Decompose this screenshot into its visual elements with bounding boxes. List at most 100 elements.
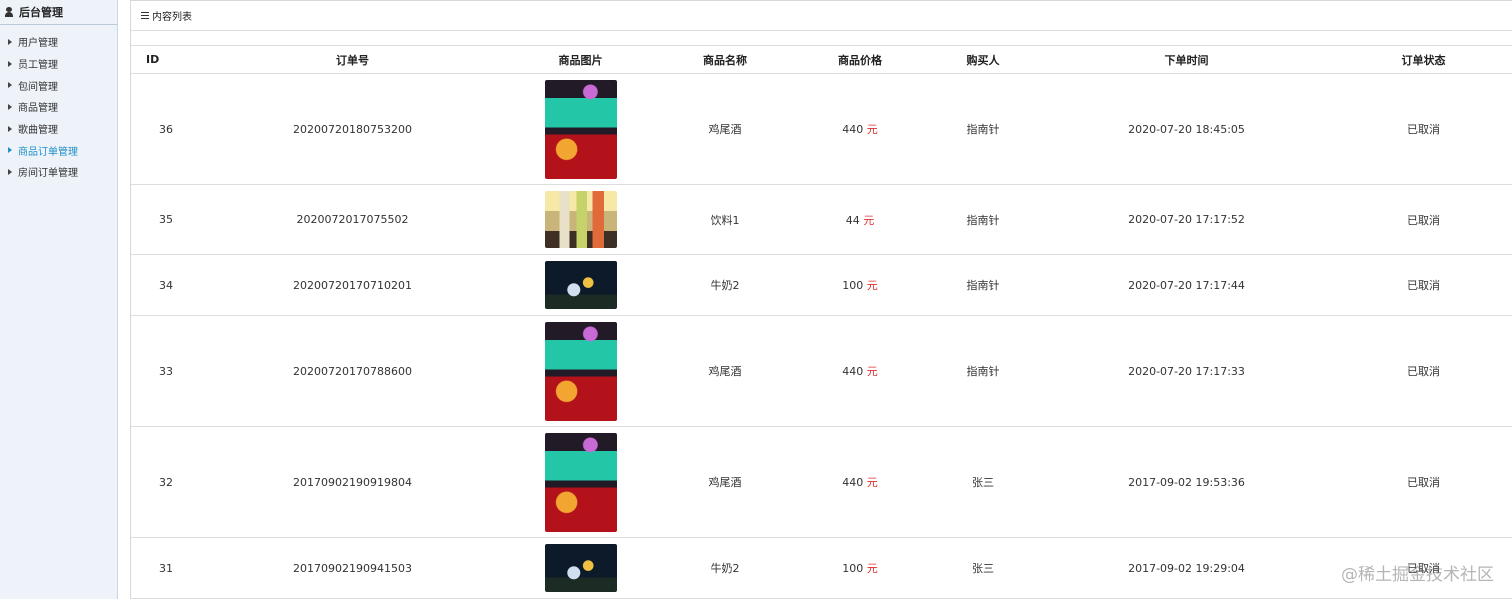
sidebar-item-products[interactable]: 商品管理 (0, 96, 117, 118)
product-image (544, 261, 617, 309)
product-image (544, 79, 617, 179)
cell-status: 已取消 (1334, 73, 1512, 185)
sidebar-item-label: 用户管理 (18, 38, 58, 50)
cell-name: 牛奶2 (657, 537, 793, 599)
caret-right-icon (8, 60, 12, 67)
cell-name: 牛奶2 (657, 254, 793, 316)
sidebar-menu: 用户管理 员工管理 包间管理 商品管理 歌曲管理 商品订单管理 房间订单管理 (0, 25, 117, 183)
price-value: 44 (845, 213, 860, 227)
sidebar-item-product-orders[interactable]: 商品订单管理 (0, 139, 117, 161)
sidebar-item-room-orders[interactable]: 房间订单管理 (0, 161, 117, 183)
column-header-id: ID (131, 46, 201, 74)
cell-id: 33 (131, 315, 201, 427)
cell-buyer: 指南针 (927, 315, 1039, 427)
sidebar: 后台管理 用户管理 员工管理 包间管理 商品管理 歌曲管理 商品订单管理 房间订… (0, 0, 118, 599)
price-value: 440 (842, 123, 864, 136)
cell-image (504, 184, 657, 255)
column-header-buyer: 购买人 (927, 46, 1039, 74)
watermark: @稀土掘金技术社区 (1341, 565, 1494, 585)
cell-image (504, 315, 657, 427)
cell-name: 饮料1 (657, 184, 793, 255)
column-header-order-no: 订单号 (201, 46, 504, 74)
cell-price: 100 元 (793, 254, 927, 316)
sidebar-item-label: 商品管理 (18, 103, 58, 115)
sidebar-item-label: 歌曲管理 (18, 125, 58, 137)
product-image (544, 432, 617, 532)
content-panel: 内容列表 ID 订单号 商品图片 商品名称 商品价格 购买人 下单时间 订单状态… (130, 0, 1512, 599)
cell-id: 36 (131, 73, 201, 185)
cell-status: 已取消 (1334, 315, 1512, 427)
cell-order-no: 20200720170710201 (201, 254, 504, 316)
caret-right-icon (8, 103, 12, 110)
sidebar-item-staff[interactable]: 员工管理 (0, 53, 117, 75)
sidebar-item-rooms[interactable]: 包间管理 (0, 74, 117, 96)
cell-name: 鸡尾酒 (657, 315, 793, 427)
column-header-time: 下单时间 (1039, 46, 1334, 74)
product-image (544, 544, 617, 592)
cell-order-no: 20200720170788600 (201, 315, 504, 427)
sidebar-header: 后台管理 (0, 0, 117, 25)
orders-table: ID 订单号 商品图片 商品名称 商品价格 购买人 下单时间 订单状态 36 2… (131, 46, 1512, 599)
cell-image (504, 254, 657, 316)
cell-buyer: 指南针 (927, 184, 1039, 255)
column-header-name: 商品名称 (657, 46, 793, 74)
sidebar-item-users[interactable]: 用户管理 (0, 31, 117, 53)
table-row: 32 20170902190919804 鸡尾酒 440 元 张三 2017-0… (131, 426, 1512, 538)
cell-name: 鸡尾酒 (657, 73, 793, 185)
cell-id: 31 (131, 537, 201, 599)
cell-buyer: 张三 (927, 426, 1039, 538)
table-row: 31 20170902190941503 牛奶2 100 元 张三 2017-0… (131, 537, 1512, 599)
currency-unit: 元 (866, 123, 878, 136)
sidebar-item-label: 商品订单管理 (18, 146, 78, 158)
currency-unit: 元 (863, 213, 875, 227)
column-header-image: 商品图片 (504, 46, 657, 74)
cell-id: 32 (131, 426, 201, 538)
price-value: 100 (842, 279, 864, 292)
cell-time: 2020-07-20 18:45:05 (1039, 73, 1334, 185)
table-row: 35 2020072017075502 饮料1 44 元 指南针 2020-07… (131, 184, 1512, 255)
cell-time: 2020-07-20 17:17:44 (1039, 254, 1334, 316)
cell-buyer: 张三 (927, 537, 1039, 599)
cell-buyer: 指南针 (927, 73, 1039, 185)
currency-unit: 元 (866, 476, 878, 489)
cell-status: 已取消 (1334, 426, 1512, 538)
sidebar-item-label: 房间订单管理 (18, 168, 78, 180)
column-header-status: 订单状态 (1334, 46, 1512, 74)
column-header-price: 商品价格 (793, 46, 927, 74)
table-row: 33 20200720170788600 鸡尾酒 440 元 指南针 2020-… (131, 315, 1512, 427)
list-icon (141, 12, 149, 19)
caret-right-icon (8, 147, 12, 154)
currency-unit: 元 (866, 365, 878, 378)
sidebar-item-label: 员工管理 (18, 60, 58, 72)
table-row: 36 20200720180753200 鸡尾酒 440 元 指南针 2020-… (131, 73, 1512, 185)
cell-price: 440 元 (793, 315, 927, 427)
panel-title: 内容列表 (152, 12, 192, 23)
sidebar-title: 后台管理 (19, 6, 63, 19)
price-value: 100 (842, 562, 864, 575)
cell-order-no: 20170902190919804 (201, 426, 504, 538)
sidebar-item-label: 包间管理 (18, 81, 58, 93)
currency-unit: 元 (866, 279, 878, 292)
cell-time: 2017-09-02 19:29:04 (1039, 537, 1334, 599)
caret-right-icon (8, 82, 12, 89)
caret-right-icon (8, 125, 12, 132)
product-image (544, 191, 617, 248)
caret-right-icon (8, 168, 12, 175)
cell-price: 100 元 (793, 537, 927, 599)
cell-status: 已取消 (1334, 254, 1512, 316)
currency-unit: 元 (866, 562, 878, 575)
cell-price: 44 元 (793, 184, 927, 255)
cell-price: 440 元 (793, 426, 927, 538)
sidebar-item-songs[interactable]: 歌曲管理 (0, 118, 117, 140)
cell-time: 2017-09-02 19:53:36 (1039, 426, 1334, 538)
cell-price: 440 元 (793, 73, 927, 185)
table-row: 34 20200720170710201 牛奶2 100 元 指南针 2020-… (131, 254, 1512, 316)
cell-name: 鸡尾酒 (657, 426, 793, 538)
user-icon (4, 7, 14, 17)
cell-time: 2020-07-20 17:17:52 (1039, 184, 1334, 255)
panel-spacer (131, 31, 1512, 46)
cell-order-no: 20170902190941503 (201, 537, 504, 599)
product-image (544, 321, 617, 421)
cell-image (504, 73, 657, 185)
cell-image (504, 537, 657, 599)
